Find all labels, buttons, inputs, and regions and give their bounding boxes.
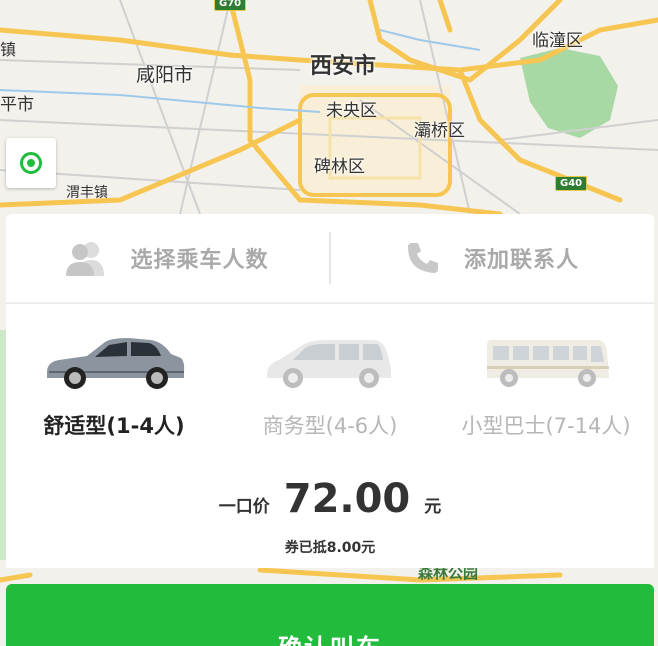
select-passengers-label: 选择乘车人数 (130, 248, 269, 273)
map-label-beilin: 碑林区 (314, 157, 365, 177)
road-badge-g70: G70 (214, 0, 247, 11)
map-label-zhen: 镇 (0, 40, 17, 59)
car-type-card: 舒适型(1-4人) 商务型(4-6人) 小型巴士(7-14人) 一口价 72.0… (6, 303, 654, 568)
confirm-ride-button[interactable]: 确认叫车 (6, 584, 654, 646)
car-option-business-label: 商务型(4-6人) (262, 414, 398, 438)
map-label-weiyang: 未央区 (326, 101, 377, 121)
minibus-icon (487, 340, 609, 387)
phone-icon (407, 243, 438, 273)
add-contact-button[interactable]: 添加联系人 (331, 214, 654, 302)
select-passengers-button[interactable]: 选择乘车人数 (6, 214, 329, 302)
price-row: 一口价 72.00 元 (6, 476, 654, 522)
people-icon (66, 242, 105, 276)
coupon-discount-text: 券已抵8.00元 (284, 540, 376, 556)
map-label-lintong: 临潼区 (532, 31, 583, 51)
map-label-baqiao: 灞桥区 (414, 121, 465, 141)
ride-options-card: 选择乘车人数 添加联系人 (6, 214, 654, 302)
locate-button[interactable] (6, 138, 56, 188)
minivan-icon (267, 340, 391, 388)
price-unit: 元 (424, 497, 442, 517)
add-contact-label: 添加联系人 (463, 248, 579, 273)
map-label-weifeng: 渭丰镇 (66, 185, 108, 201)
car-type-list: 舒适型(1-4人) 商务型(4-6人) 小型巴士(7-14人) (6, 332, 654, 442)
locate-icon (20, 152, 42, 174)
car-option-business[interactable]: 商务型(4-6人) (222, 332, 438, 442)
map-label-xianyang: 咸阳市 (136, 64, 194, 86)
sedan-icon (47, 338, 185, 389)
car-option-minibus[interactable]: 小型巴士(7-14人) (438, 332, 654, 442)
car-option-comfort[interactable]: 舒适型(1-4人) (6, 332, 222, 442)
map-label-xian: 西安市 (310, 54, 377, 79)
road-badge-g40: G40 (555, 176, 588, 191)
map-label-pingshi: 平市 (0, 95, 34, 115)
car-option-comfort-label: 舒适型(1-4人) (43, 414, 185, 438)
price-prefix: 一口价 (218, 497, 270, 517)
price-value: 72.00 (283, 476, 411, 522)
car-option-minibus-label: 小型巴士(7-14人) (461, 414, 631, 438)
